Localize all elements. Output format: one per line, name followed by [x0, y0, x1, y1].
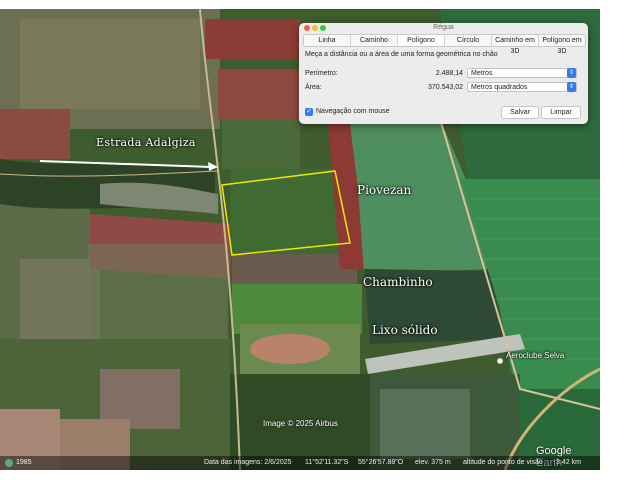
area-unit-select[interactable]: Metros quadrados ⇕	[467, 82, 577, 92]
clear-button[interactable]: Limpar	[541, 106, 581, 119]
perimeter-label: Perímetro:	[305, 70, 338, 77]
longitude-readout: 55°26'57.88"O	[358, 459, 404, 466]
tab-linha[interactable]: Linha	[304, 35, 351, 46]
eye-altitude-label: altitude do ponto de visão	[463, 459, 543, 466]
area-label: Área:	[305, 84, 322, 91]
tab-poligono-3d[interactable]: Polígono em 3D	[539, 35, 585, 55]
elevation-readout: elev. 375 m	[415, 459, 451, 466]
ruler-tabs: Linha Caminho Polígono Círculo Caminho e…	[303, 34, 586, 55]
ruler-title: Régua	[433, 24, 454, 31]
label-aeroclube[interactable]: Aeroclube Selva	[506, 351, 564, 360]
mouse-navigation-checkbox[interactable]: ✓	[305, 108, 313, 116]
tab-caminho-3d[interactable]: Caminho em 3D	[492, 35, 539, 55]
imagery-copyright: Image © 2025 Airbus	[263, 419, 338, 428]
perimeter-unit-value: Metros	[471, 70, 493, 77]
imagery-date: Data das imagens: 2/6/2025	[204, 459, 292, 466]
ruler-description: Meça a distância ou a área de uma forma …	[305, 51, 498, 58]
chevron-updown-icon: ⇕	[567, 68, 576, 78]
label-piovezan: Piovezan	[357, 183, 412, 197]
ruler-titlebar[interactable]: Régua	[299, 23, 588, 33]
status-bar: 1985 Data das imagens: 2/6/2025 11°52'11…	[0, 456, 600, 470]
perimeter-unit-select[interactable]: Metros ⇕	[467, 68, 577, 78]
label-lixo-solido: Lixo sólido	[372, 323, 438, 337]
label-estrada-adalgiza: Estrada Adalgiza	[96, 136, 196, 149]
ruler-dialog: Régua Linha Caminho Polígono Círculo Cam…	[299, 23, 588, 124]
mouse-navigation-label[interactable]: Navegação com mouse	[316, 108, 390, 115]
save-button[interactable]: Salvar	[501, 106, 539, 119]
historical-imagery-icon[interactable]	[5, 459, 13, 467]
chevron-updown-icon: ⇕	[567, 82, 576, 92]
tab-caminho[interactable]: Caminho	[351, 35, 398, 46]
map-viewport[interactable]: Estrada Adalgiza Piovezan Chambinho Lixo…	[0, 9, 600, 470]
area-unit-value: Metros quadrados	[471, 84, 528, 91]
latitude-readout: 11°52'11.32"S	[305, 459, 349, 466]
tab-poligono[interactable]: Polígono	[398, 35, 445, 46]
tab-circulo[interactable]: Círculo	[445, 35, 492, 46]
perimeter-value: 2.488,14	[435, 70, 463, 77]
eye-altitude-value: 3.42 km	[556, 459, 581, 466]
area-value: 370.543,02	[427, 84, 463, 91]
label-chambinho: Chambinho	[363, 275, 433, 289]
historical-year[interactable]: 1985	[16, 456, 32, 470]
